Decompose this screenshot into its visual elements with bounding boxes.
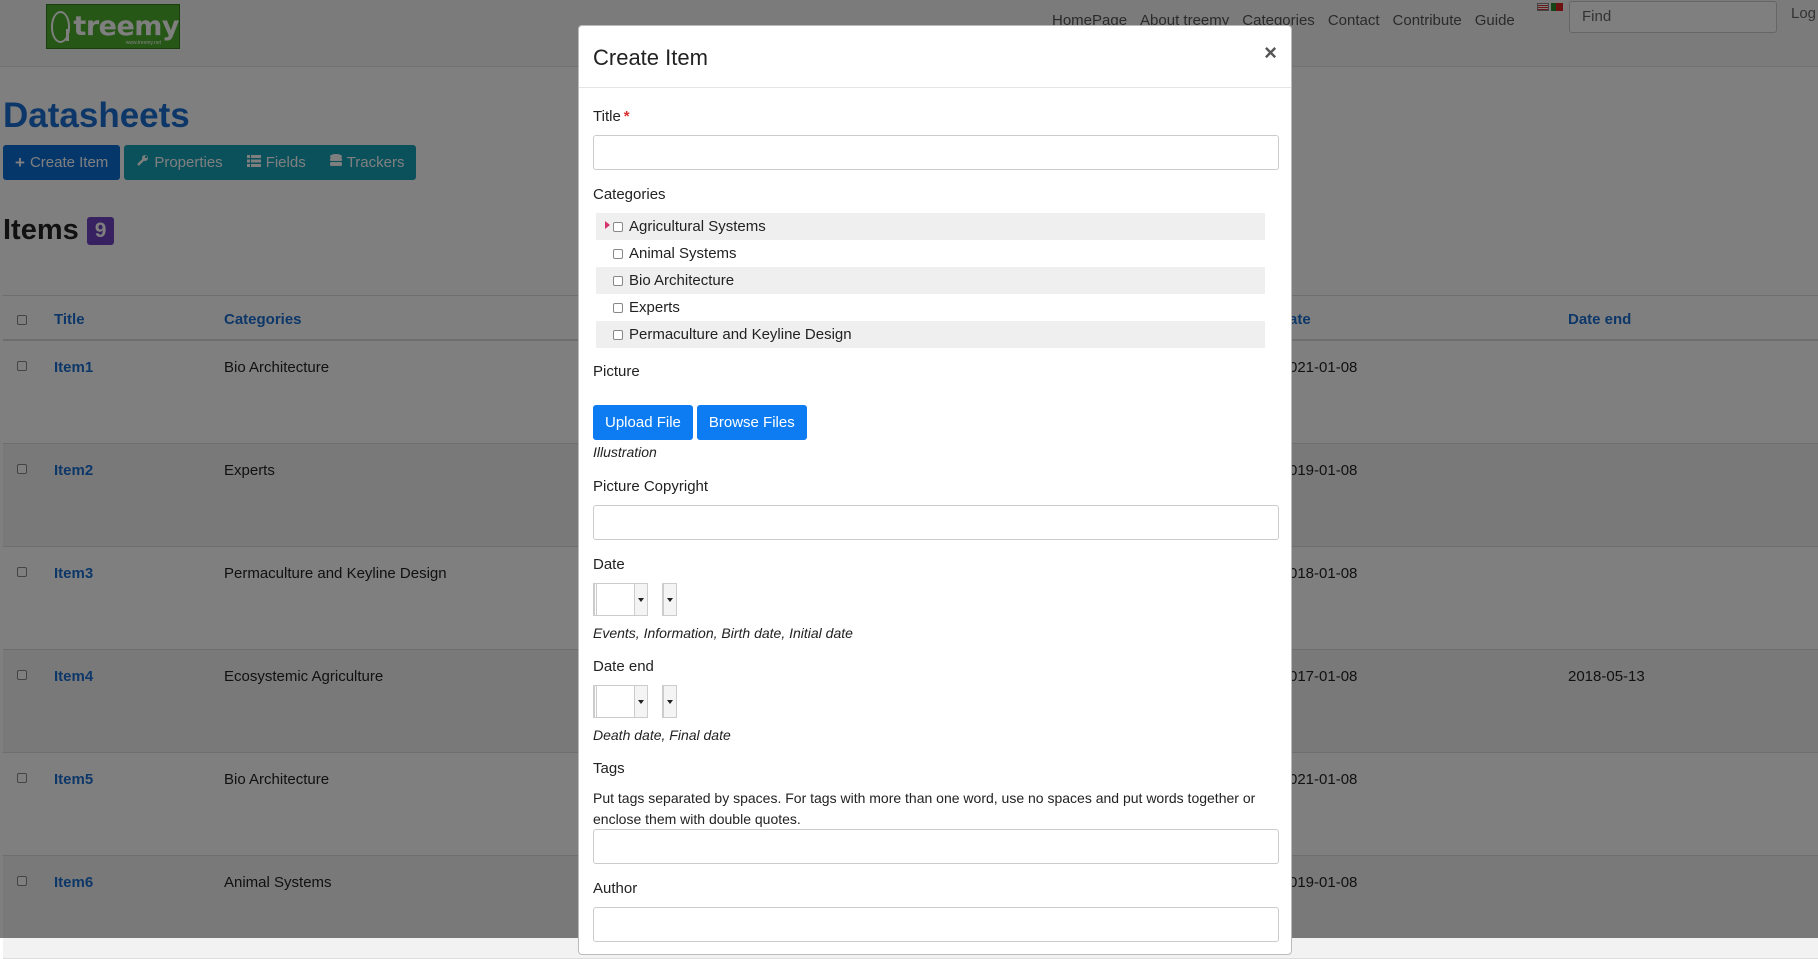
chevron-down-icon[interactable]: [663, 584, 676, 615]
date-help-text: Events, Information, Birth date, Initial…: [593, 625, 853, 641]
category-label: Agricultural Systems: [629, 218, 766, 235]
category-checkbox[interactable]: [613, 329, 623, 340]
chevron-down-icon[interactable]: [634, 584, 647, 615]
category-checkbox[interactable]: [613, 275, 623, 286]
title-field-label: Title *: [593, 108, 1279, 125]
close-icon[interactable]: ×: [1264, 40, 1277, 66]
tags-input[interactable]: [593, 829, 1279, 864]
upload-file-button[interactable]: Upload File: [593, 405, 693, 440]
category-label: Animal Systems: [629, 245, 737, 262]
author-input[interactable]: [593, 907, 1279, 942]
categories-tree: Agricultural Systems Animal Systems Bio …: [596, 213, 1265, 348]
category-item[interactable]: Permaculture and Keyline Design: [596, 321, 1265, 348]
chevron-down-icon[interactable]: [663, 686, 676, 717]
picture-copyright-label: Picture Copyright: [593, 478, 709, 495]
chevron-down-icon[interactable]: [634, 686, 647, 717]
picture-copyright-input[interactable]: [593, 505, 1279, 540]
tags-label: Tags: [593, 760, 625, 777]
category-label: Experts: [629, 299, 680, 316]
picture-buttons: Upload File Browse Files: [593, 405, 1279, 440]
tags-help-text: Put tags separated by spaces. For tags w…: [593, 790, 1256, 827]
categories-label: Categories: [593, 186, 666, 203]
modal-header: Create Item ×: [579, 26, 1291, 88]
category-item[interactable]: Animal Systems: [596, 240, 1265, 267]
category-item[interactable]: Bio Architecture: [596, 267, 1265, 294]
browse-files-button[interactable]: Browse Files: [696, 405, 807, 440]
title-label: Title: [593, 108, 621, 125]
date-label: Date: [593, 556, 625, 573]
date-picker: [593, 583, 1279, 616]
required-asterisk: *: [623, 108, 630, 125]
category-label: Permaculture and Keyline Design: [629, 326, 852, 343]
category-checkbox[interactable]: [613, 221, 623, 232]
date-end-extra-select[interactable]: [662, 685, 677, 718]
title-input[interactable]: [593, 135, 1279, 170]
category-checkbox[interactable]: [613, 302, 623, 313]
date-end-help-text: Death date, Final date: [593, 727, 731, 743]
create-item-modal: Create Item × Title * Categories Agricult…: [578, 25, 1292, 955]
picture-help-text: Illustration: [593, 444, 657, 460]
category-checkbox[interactable]: [613, 248, 623, 259]
category-item[interactable]: Experts: [596, 294, 1265, 321]
category-item[interactable]: Agricultural Systems: [596, 213, 1265, 240]
category-label: Bio Architecture: [629, 272, 735, 289]
author-label: Author: [593, 880, 638, 897]
date-end-label: Date end: [593, 658, 654, 675]
date-end-day-select[interactable]: [593, 685, 648, 718]
date-day-select[interactable]: [593, 583, 648, 616]
date-end-picker: [593, 685, 1279, 718]
modal-title: Create Item: [593, 45, 708, 70]
expand-arrow-icon[interactable]: [605, 221, 610, 229]
date-extra-select[interactable]: [662, 583, 677, 616]
picture-label: Picture: [593, 363, 640, 380]
